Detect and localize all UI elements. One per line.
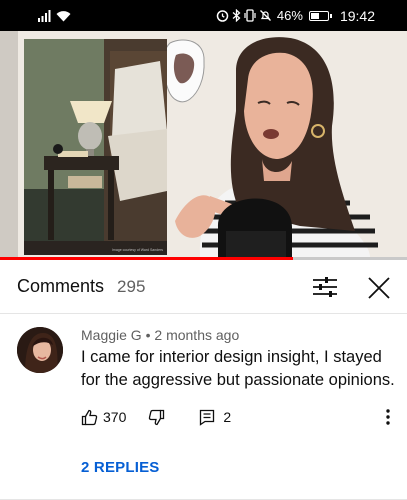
filter-icon <box>313 277 337 297</box>
close-icon <box>368 277 390 299</box>
microphone <box>217 198 292 257</box>
sort-filter-button[interactable] <box>311 275 339 299</box>
more-vertical-icon <box>386 409 390 425</box>
more-actions-button[interactable] <box>381 406 395 428</box>
alarm-icon <box>216 9 229 23</box>
status-right-icons: 46% 19:42 <box>216 8 375 24</box>
like-count: 370 <box>103 409 127 425</box>
thumbs-down-icon <box>149 409 165 425</box>
signal-icon <box>38 9 52 23</box>
dislike-button[interactable] <box>148 409 165 426</box>
battery-fill <box>310 12 320 19</box>
close-comments-button[interactable] <box>366 275 392 301</box>
avatar[interactable] <box>17 327 63 373</box>
inset-room-photo <box>24 39 167 255</box>
bluetooth-icon <box>232 9 241 23</box>
comment-author[interactable]: Maggie G <box>81 327 142 343</box>
comments-count: 295 <box>117 276 146 296</box>
status-left-icons <box>38 9 71 23</box>
comments-title: Comments <box>17 276 105 296</box>
meta-separator: • <box>145 327 151 343</box>
video-frame: Image courtesy of Ward Sanders <box>0 31 407 257</box>
like-button[interactable]: 370 <box>81 409 126 426</box>
vibrate-icon <box>244 9 256 23</box>
reply-icon <box>200 409 215 426</box>
mute-icon <box>259 9 272 23</box>
battery-icon <box>308 10 332 21</box>
thumbs-up-icon <box>81 409 98 425</box>
comments-header: Comments 295 <box>0 260 407 314</box>
comment-meta: Maggie G • 2 months ago <box>81 327 239 343</box>
view-replies-button[interactable]: 2 REPLIES <box>81 459 160 476</box>
reply-button[interactable]: 2 <box>199 409 231 426</box>
battery-percent: 46% <box>276 8 303 23</box>
video-player[interactable]: Image courtesy of Ward Sanders <box>0 31 407 257</box>
status-clock: 19:42 <box>339 7 375 24</box>
comment-time: 2 months ago <box>154 327 240 343</box>
wifi-icon <box>56 9 71 23</box>
comment-item: Maggie G • 2 months ago I came for inter… <box>0 315 407 500</box>
inset-caption: Image courtesy of Ward Sanders <box>112 248 163 252</box>
comment-text: I came for interior design insight, I st… <box>81 348 395 389</box>
comment-action-bar: 370 2 <box>81 406 401 428</box>
reply-count: 2 <box>223 409 232 425</box>
status-bar: 46% 19:42 <box>0 0 407 31</box>
